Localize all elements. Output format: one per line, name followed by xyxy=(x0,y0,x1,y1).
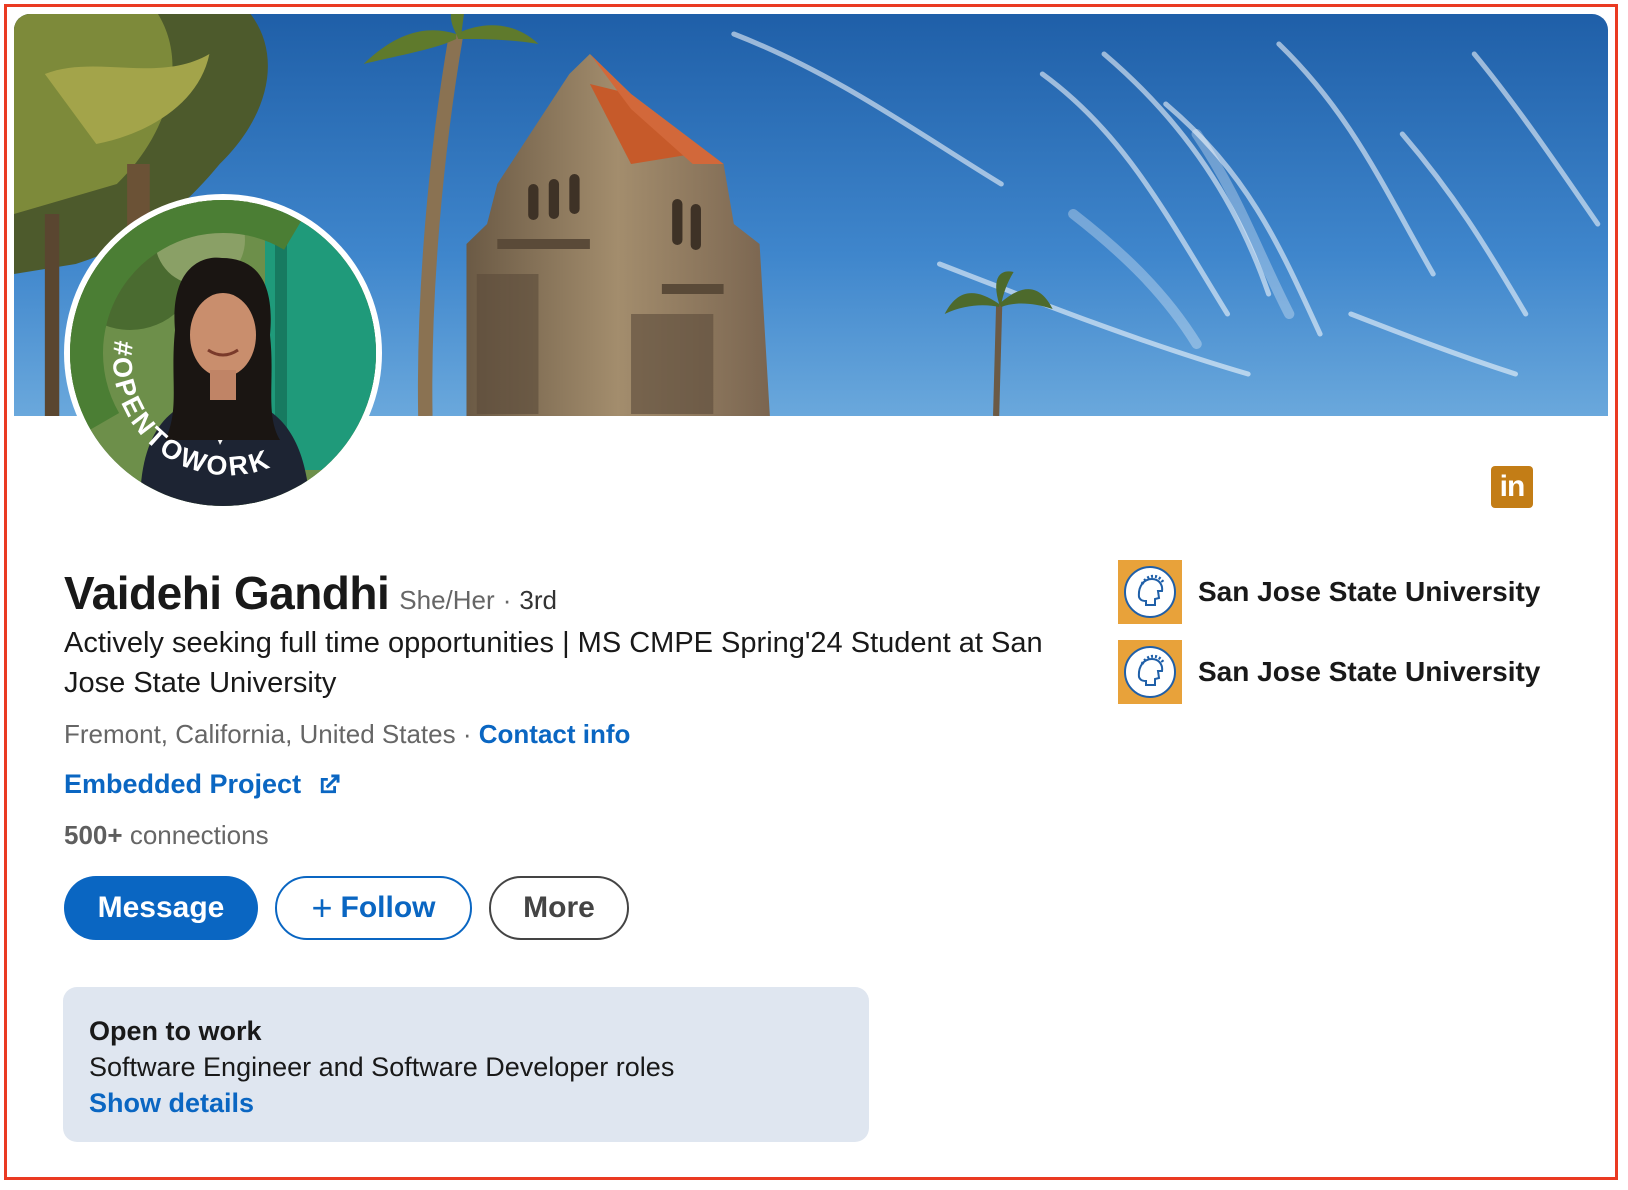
profile-avatar[interactable]: #OPENTOWORK xyxy=(64,194,382,512)
connections-row[interactable]: 500+ connections xyxy=(64,820,269,851)
website-label[interactable]: Embedded Project xyxy=(64,769,301,800)
profile-headline: Actively seeking full time opportunities… xyxy=(64,627,1043,699)
connections-label: connections xyxy=(129,820,269,850)
opentowork-avatar-frame: #OPENTOWORK xyxy=(70,200,376,506)
separator-dot: · xyxy=(462,719,472,749)
more-button-label: More xyxy=(523,891,595,924)
follow-button[interactable]: + Follow xyxy=(275,876,472,940)
external-link-icon xyxy=(320,774,340,793)
linkedin-logo-icon[interactable]: in xyxy=(1491,466,1533,508)
website-link[interactable]: Embedded Project xyxy=(64,769,343,800)
message-button[interactable]: Message xyxy=(64,876,258,940)
education-item[interactable]: San Jose State University xyxy=(1118,639,1540,705)
show-details-link[interactable]: Show details xyxy=(89,1085,843,1121)
profile-location: Fremont, California, United States xyxy=(64,719,456,749)
education-name[interactable]: San Jose State University xyxy=(1198,576,1540,608)
profile-name-row: Vaidehi Gandhi She/Her · 3rd xyxy=(64,566,557,620)
connection-degree: 3rd xyxy=(519,585,557,615)
spartan-head-icon xyxy=(1118,560,1182,624)
open-to-work-title: Open to work xyxy=(89,1016,262,1046)
contact-info-link[interactable]: Contact info xyxy=(479,719,631,749)
message-button-label: Message xyxy=(97,891,225,924)
open-to-work-description: Software Engineer and Software Developer… xyxy=(89,1052,675,1082)
profile-name: Vaidehi Gandhi xyxy=(64,567,390,619)
open-to-work-card: Open to work Software Engineer and Softw… xyxy=(63,987,869,1142)
connections-count: 500+ xyxy=(64,820,123,850)
profile-card: #OPENTOWORK in Vaidehi Gandhi She/Her · … xyxy=(14,14,1608,1170)
spartan-head-icon xyxy=(1118,640,1182,704)
profile-pronouns: She/Her xyxy=(399,585,495,615)
education-list: San Jose State University San Jose State… xyxy=(1118,559,1540,719)
separator-dot: · xyxy=(502,585,512,615)
education-name[interactable]: San Jose State University xyxy=(1198,656,1540,688)
follow-button-label: Follow xyxy=(340,891,436,924)
education-item[interactable]: San Jose State University xyxy=(1118,559,1540,625)
screenshot-frame: #OPENTOWORK in Vaidehi Gandhi She/Her · … xyxy=(4,4,1618,1180)
more-button[interactable]: More xyxy=(489,876,629,940)
location-row: Fremont, California, United States · Con… xyxy=(64,719,630,750)
plus-icon: + xyxy=(311,887,333,928)
